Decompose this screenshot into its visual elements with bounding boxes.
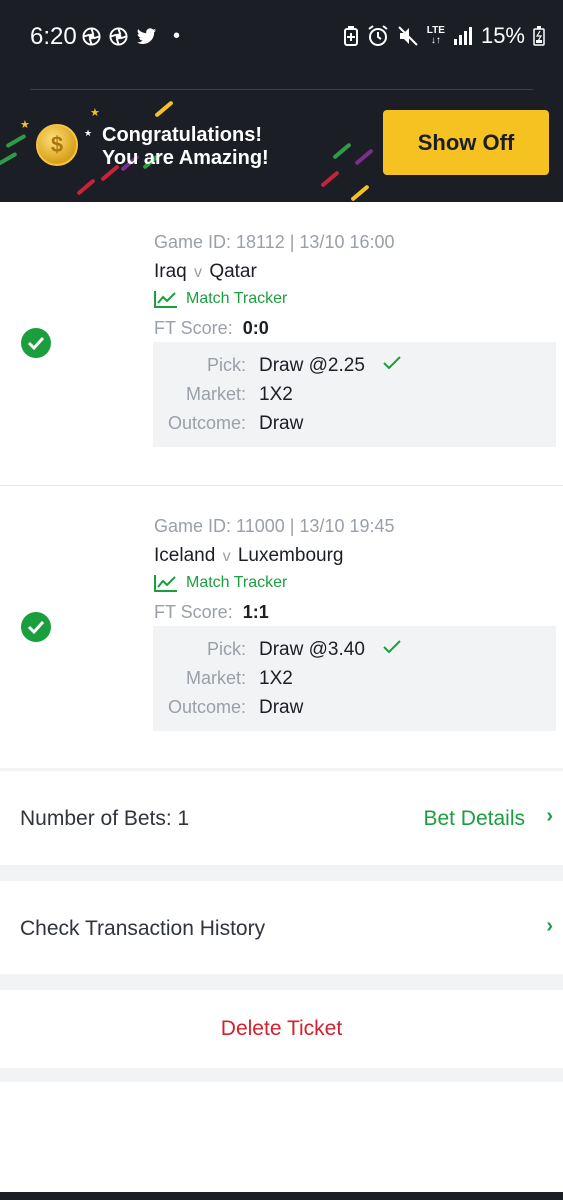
confetti-stripe xyxy=(350,184,370,202)
chart-icon xyxy=(154,291,177,308)
banner-line-1: Congratulations! xyxy=(102,124,262,146)
navigation-bar xyxy=(0,1192,563,1200)
match-tracker-link[interactable]: Match Tracker xyxy=(154,290,287,308)
versus-label: v xyxy=(194,264,203,281)
section-gap xyxy=(0,865,563,881)
home-team: Iceland xyxy=(154,545,216,566)
market-label: Market: xyxy=(185,668,246,688)
battery-percent: 15% xyxy=(480,23,525,48)
pick-details: Pick: Draw @2.25 Market: 1X2 Outcome: Dr… xyxy=(153,342,556,447)
star-icon: ★ xyxy=(84,128,93,138)
won-check-icon xyxy=(21,328,51,358)
aperture-icon xyxy=(109,27,128,46)
ft-score-value: 1:1 xyxy=(242,602,269,622)
pick-label: Pick: xyxy=(206,639,246,659)
signal-icon xyxy=(453,27,472,45)
match-tracker-link[interactable]: Match Tracker xyxy=(154,574,287,592)
away-team: Luxembourg xyxy=(237,545,344,566)
confetti-stripe xyxy=(0,151,18,167)
star-icon: ★ xyxy=(20,119,30,131)
versus-label: v xyxy=(222,548,231,565)
confetti-stripe xyxy=(320,170,340,188)
status-bar: 6:20 • LTE ↓↑ 15% xyxy=(0,0,563,62)
section-gap xyxy=(0,1068,563,1082)
market-value: 1X2 xyxy=(259,668,293,689)
number-of-bets: Number of Bets: 1 xyxy=(20,807,190,830)
match-tracker-label: Match Tracker xyxy=(186,574,288,591)
market-label: Market: xyxy=(185,384,246,404)
outcome-value: Draw xyxy=(259,697,304,718)
delete-ticket-button[interactable]: Delete Ticket xyxy=(0,1017,563,1041)
check-icon xyxy=(383,356,401,370)
bet-details-link[interactable]: Bet Details xyxy=(423,807,525,831)
pick-value: Draw @2.25 xyxy=(259,355,402,377)
ft-score-label: FT Score: xyxy=(154,602,233,622)
battery-icon xyxy=(533,26,545,46)
section-gap xyxy=(0,974,563,990)
confetti-stripe xyxy=(154,100,174,118)
confetti-stripe xyxy=(76,178,96,196)
outcome-label: Outcome: xyxy=(167,697,246,717)
status-time: 6:20 xyxy=(30,23,77,50)
battery-saver-icon xyxy=(343,26,358,46)
ft-score-label: FT Score: xyxy=(154,318,233,338)
mute-icon xyxy=(398,26,418,46)
notification-dot: • xyxy=(173,25,181,47)
match-tracker-label: Match Tracker xyxy=(186,290,288,307)
game-card: Game ID: 18112 | 13/10 16:00 Iraq v Qata… xyxy=(0,202,563,486)
twitter-icon xyxy=(136,27,157,44)
transaction-history-label: Check Transaction History xyxy=(20,917,266,940)
match-teams: Iceland v Luxembourg xyxy=(154,545,343,567)
ft-score: FT Score: 0:0 xyxy=(154,318,269,339)
outcome-value: Draw xyxy=(259,413,304,434)
lte-icon: LTE ↓↑ xyxy=(426,25,445,46)
congratulations-banner: ★ ★ ★ $ Congratulations! You are Amazing… xyxy=(0,90,563,202)
pick-value: Draw @3.40 xyxy=(259,639,402,661)
delete-ticket-row: Delete Ticket xyxy=(0,990,563,1068)
game-id: Game ID: 11000 | 13/10 19:45 xyxy=(154,516,395,536)
banner-message: Congratulations! You are Amazing! xyxy=(102,124,269,170)
show-off-button[interactable]: Show Off xyxy=(383,110,549,175)
alarm-icon xyxy=(368,25,388,46)
ft-score: FT Score: 1:1 xyxy=(154,602,269,623)
confetti-stripe xyxy=(332,142,352,160)
game-card: Game ID: 11000 | 13/10 19:45 Iceland v L… xyxy=(0,486,563,768)
home-team: Iraq xyxy=(154,261,187,282)
transaction-history-row[interactable]: Check Transaction History › xyxy=(0,881,563,974)
outcome-label: Outcome: xyxy=(167,413,246,433)
coin-icon: $ xyxy=(36,124,78,166)
won-check-icon xyxy=(21,612,51,642)
chevron-right-icon: › xyxy=(546,805,553,827)
bet-details-row[interactable]: Number of Bets: 1 Bet Details › xyxy=(0,771,563,865)
confetti-stripe xyxy=(354,148,374,166)
banner-line-2: You are Amazing! xyxy=(102,147,269,169)
aperture-icon xyxy=(82,27,101,46)
match-teams: Iraq v Qatar xyxy=(154,261,257,283)
away-team: Qatar xyxy=(209,261,257,282)
confetti-stripe xyxy=(5,133,27,149)
star-icon: ★ xyxy=(90,107,100,119)
market-value: 1X2 xyxy=(259,384,293,405)
ft-score-value: 0:0 xyxy=(242,318,269,338)
pick-details: Pick: Draw @3.40 Market: 1X2 Outcome: Dr… xyxy=(153,626,556,731)
chart-icon xyxy=(154,575,177,592)
scrolled-summary-row xyxy=(0,62,563,90)
pick-label: Pick: xyxy=(206,355,246,375)
chevron-right-icon: › xyxy=(546,915,553,937)
game-id: Game ID: 18112 | 13/10 16:00 xyxy=(154,232,395,252)
check-icon xyxy=(383,640,401,654)
